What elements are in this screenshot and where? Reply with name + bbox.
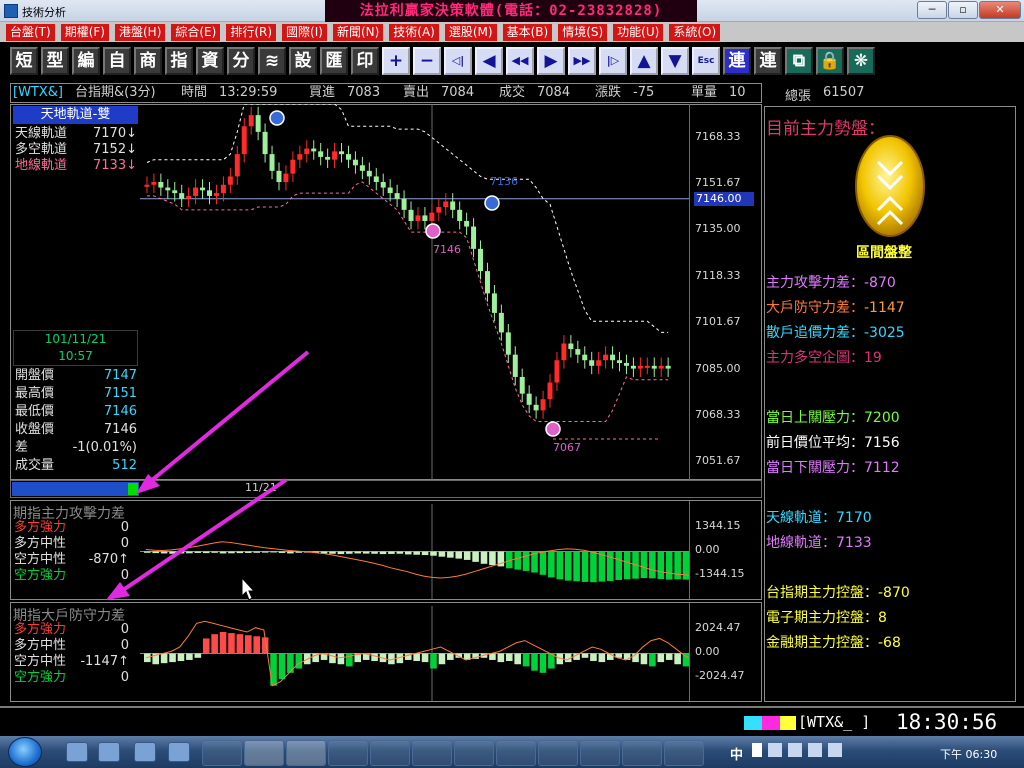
ime-indicator[interactable]: 中: [730, 744, 743, 763]
taskbar-app-7[interactable]: [454, 740, 494, 766]
taskbar-app-8[interactable]: [496, 740, 536, 766]
system-tray: [752, 743, 922, 761]
ie-icon[interactable]: [66, 742, 88, 762]
taskbar-app-10[interactable]: [580, 740, 620, 766]
taskbar-app-1[interactable]: [202, 740, 242, 766]
taskbar-app-3[interactable]: [286, 740, 326, 766]
status-clock: 18:30:56: [896, 710, 998, 734]
status-bar: [0, 706, 1024, 736]
app-window: { "window": {"title": "技術分析", "banner": …: [0, 0, 1024, 768]
status-color-3: [780, 716, 796, 730]
start-button[interactable]: [8, 737, 42, 767]
status-color-2: [762, 716, 780, 730]
tray-clock[interactable]: 下午 06:30: [940, 746, 997, 762]
tray-icon-4[interactable]: [808, 743, 822, 757]
taskbar-app-12[interactable]: [664, 740, 704, 766]
tray-icon-1[interactable]: [752, 743, 762, 757]
tray-icon-5[interactable]: [828, 743, 842, 757]
taskbar-app-6[interactable]: [412, 740, 452, 766]
mouse-cursor-icon: [241, 576, 256, 601]
status-symbol: [WTX&_ ]: [798, 713, 871, 731]
annotation-arrows: [106, 350, 310, 601]
tray-icon-3[interactable]: [788, 743, 802, 757]
app-shortcut-icon[interactable]: [168, 742, 190, 762]
taskbar-app-11[interactable]: [622, 740, 662, 766]
taskbar-app-4[interactable]: [328, 740, 368, 766]
tray-icon-2[interactable]: [768, 743, 782, 757]
status-color-1: [744, 716, 762, 730]
taskbar-app-9[interactable]: [538, 740, 578, 766]
taskbar-app-5[interactable]: [370, 740, 410, 766]
taskbar-app-2[interactable]: [244, 740, 284, 766]
media-player-icon[interactable]: [134, 742, 156, 762]
explorer-icon[interactable]: [98, 742, 120, 762]
